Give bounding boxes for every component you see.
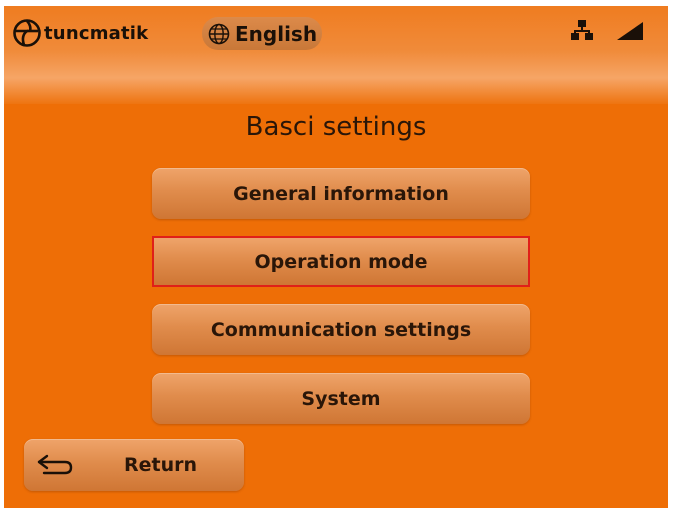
language-label: English	[235, 21, 318, 46]
globe-icon	[208, 23, 230, 44]
logo-text: tuncmatik	[44, 22, 149, 44]
general-information-button[interactable]: General information	[152, 168, 530, 219]
operation-mode-button[interactable]: Operation mode	[152, 236, 530, 287]
return-label: Return	[124, 454, 198, 476]
signal-strength-icon	[617, 22, 643, 40]
communication-settings-button[interactable]: Communication settings	[152, 304, 530, 355]
return-arrow-icon	[37, 454, 73, 475]
language-selector[interactable]: English	[202, 17, 322, 50]
return-button[interactable]: Return	[24, 439, 244, 491]
page-title: Basci settings	[245, 112, 427, 142]
header-bar: tuncmatik English	[4, 6, 668, 104]
device-screen: tuncmatik English Basci settings General	[4, 6, 668, 508]
network-icon	[571, 20, 593, 40]
brand-logo: tuncmatik	[12, 18, 148, 48]
system-button[interactable]: System	[152, 373, 530, 424]
tuncmatik-logo-icon	[13, 19, 41, 47]
